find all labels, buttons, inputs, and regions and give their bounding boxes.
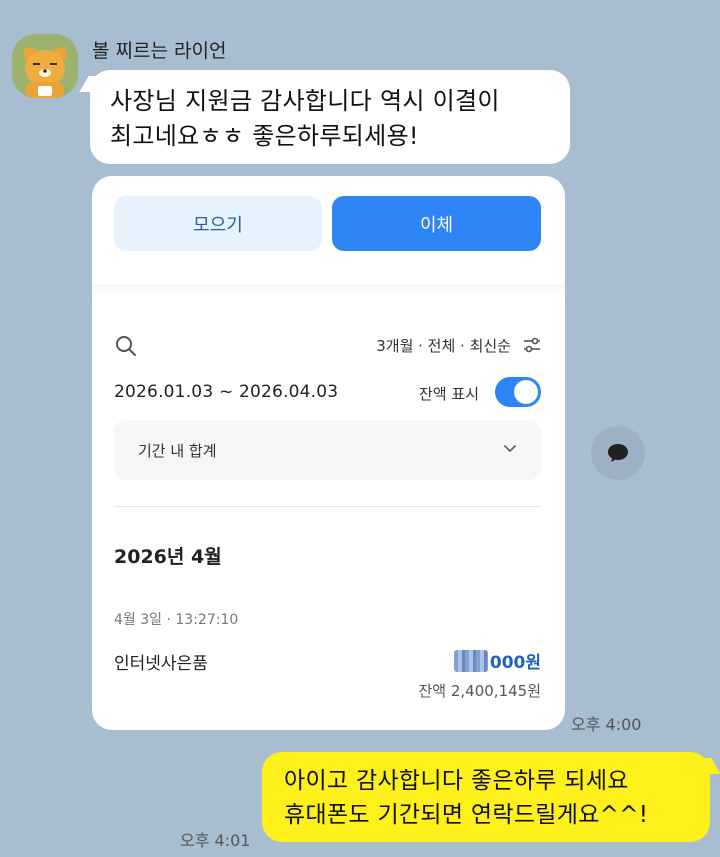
transaction-amount-text: 000원 xyxy=(489,653,541,673)
chevron-down-icon xyxy=(504,445,516,452)
sender-name: 볼 찌르는 라이언 xyxy=(92,40,227,62)
transaction-balance: 잔액 2,400,145원 xyxy=(418,682,541,700)
transfer-tab-button[interactable]: 이체 xyxy=(332,196,541,251)
toggle-knob xyxy=(514,380,538,404)
bubble-tail xyxy=(79,76,105,92)
period-total-dropdown[interactable]: 기간 내 합계 xyxy=(114,420,541,480)
save-tab-button[interactable]: 모으기 xyxy=(114,196,322,251)
transaction-amount[interactable]: 000원 xyxy=(453,648,541,673)
blurred-amount-redaction xyxy=(453,650,488,672)
incoming-message-bubble[interactable]: 사장님 지원금 감사합니다 역시 이결이 최고네요ㅎㅎ 좋은하루되세용! xyxy=(79,70,570,164)
search-icon[interactable] xyxy=(114,334,138,358)
show-balance-label: 잔액 표시 xyxy=(419,385,479,403)
period-total-label: 기간 내 합계 xyxy=(138,442,217,460)
filter-summary[interactable]: 3개월 · 전체 · 최신순 xyxy=(376,335,511,356)
outgoing-message-line: 휴대폰도 기간되면 연락드릴게요^^! xyxy=(284,802,649,828)
incoming-timestamp: 오후 4:00 xyxy=(571,715,642,734)
outgoing-timestamp: 오후 4:01 xyxy=(180,831,251,850)
divider-line xyxy=(114,506,541,507)
section-divider xyxy=(92,284,565,298)
transaction-name[interactable]: 인터넷사은품 xyxy=(114,649,208,674)
ryan-avatar-icon xyxy=(12,34,78,98)
shared-bank-history-card[interactable]: 모으기 이체 3개월 · 전체 · 최신순 2026.01.03 ~ 2026.… xyxy=(92,176,565,730)
incoming-message-line: 사장님 지원금 감사합니다 역시 이결이 xyxy=(110,87,500,115)
bubble-tail xyxy=(695,758,720,774)
speech-bubble-icon xyxy=(608,444,628,462)
outgoing-message-bubble[interactable]: 아이고 감사합니다 좋은하루 되세요 휴대폰도 기간되면 연락드릴게요^^! xyxy=(262,752,720,842)
show-balance-toggle[interactable] xyxy=(495,377,541,407)
date-range: 2026.01.03 ~ 2026.04.03 xyxy=(114,382,339,402)
transaction-time: 4월 3일 · 13:27:10 xyxy=(114,612,239,628)
incoming-message-line: 최고네요ㅎㅎ 좋은하루되세용! xyxy=(110,122,419,150)
outgoing-message-line: 아이고 감사합니다 좋은하루 되세요 xyxy=(284,768,629,794)
sender-avatar[interactable] xyxy=(12,34,78,98)
sliders-icon[interactable] xyxy=(521,334,543,356)
month-heading: 2026년 4월 xyxy=(114,546,222,568)
share-button[interactable] xyxy=(591,426,645,480)
